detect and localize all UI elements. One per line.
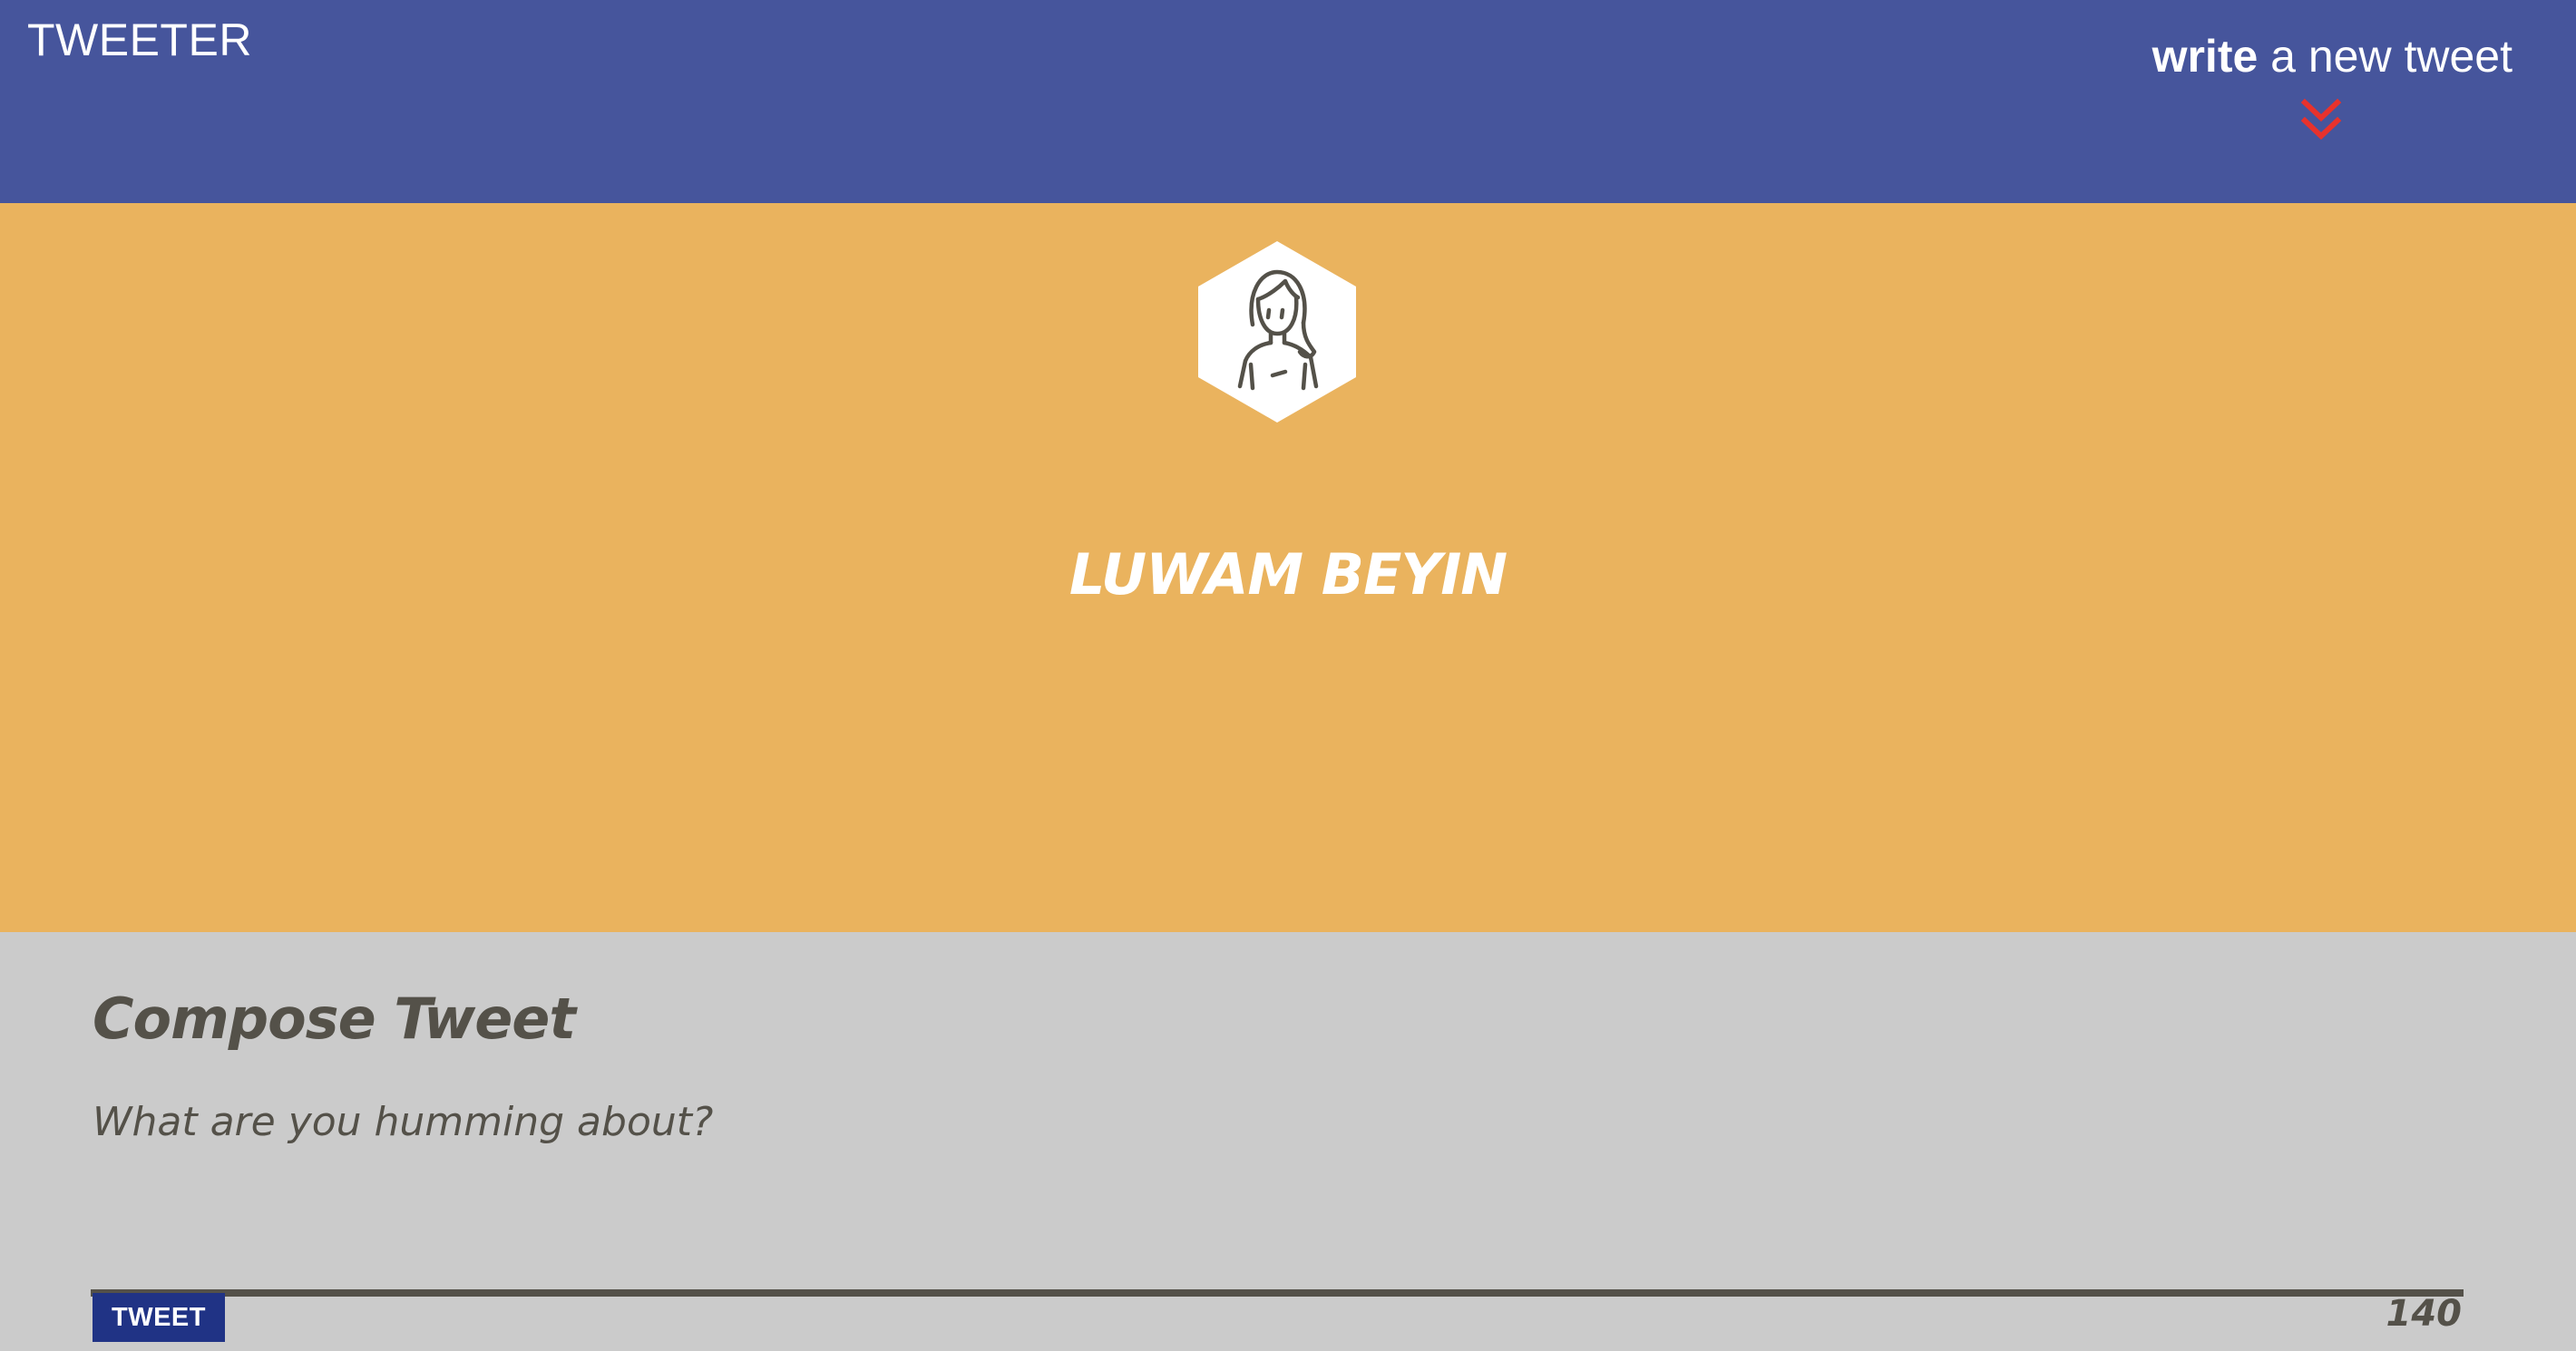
top-navbar: TWEETER write a new tweet [0, 0, 2576, 203]
compose-toggle-label-bold: write [2152, 31, 2259, 82]
compose-title: Compose Tweet [93, 986, 576, 1052]
user-avatar-icon [1198, 241, 1356, 423]
tweet-input[interactable] [91, 1097, 2464, 1297]
double-chevron-down-icon [2300, 98, 2342, 141]
compose-section: Compose Tweet TWEET 140 [0, 932, 2576, 1351]
compose-toggle-label: write a new tweet [2152, 27, 2513, 85]
compose-toggle-button[interactable]: write a new tweet [2132, 27, 2513, 145]
brand-logo[interactable]: TWEETER [27, 13, 252, 67]
char-counter: 140 [2386, 1293, 2463, 1335]
profile-banner: LUWAM BEYIN [0, 203, 2576, 932]
tweet-submit-button[interactable]: TWEET [93, 1293, 225, 1342]
compose-toggle-label-rest: a new tweet [2258, 31, 2513, 82]
profile-name: LUWAM BEYIN [1068, 541, 1508, 607]
